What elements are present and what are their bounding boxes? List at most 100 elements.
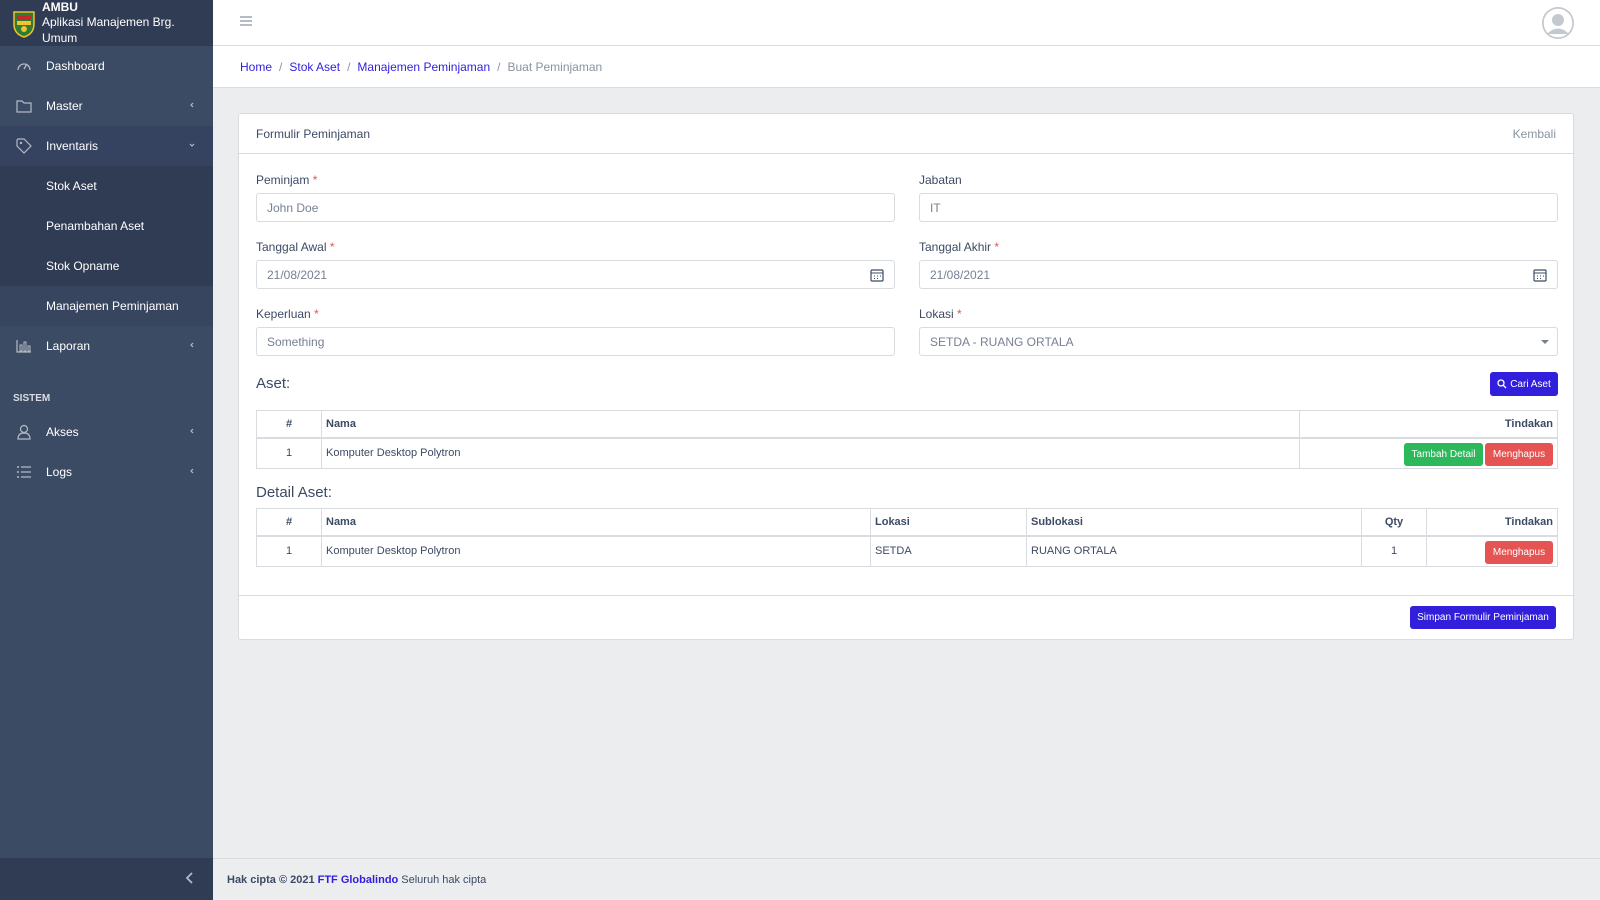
chevron-left-icon xyxy=(190,468,194,474)
sidebar-item-label: Master xyxy=(46,99,83,113)
sidebar-item-label: Akses xyxy=(46,425,79,439)
tanggal-akhir-input[interactable]: 21/08/2021 xyxy=(919,260,1558,289)
sidebar-section-title: SISTEM xyxy=(13,393,51,404)
cari-aset-button[interactable]: Cari Aset xyxy=(1490,372,1558,396)
breadcrumb-home[interactable]: Home xyxy=(240,60,272,74)
column-header: Qty xyxy=(1361,508,1427,537)
chevron-down-icon xyxy=(189,143,195,147)
sidebar-item-logs[interactable]: Logs xyxy=(0,452,213,492)
delete-button[interactable]: Menghapus xyxy=(1485,540,1553,564)
brand-subtitle: Aplikasi Manajemen Brg. Umum xyxy=(41,15,175,45)
jabatan-label: Jabatan xyxy=(919,173,962,187)
sidebar-item-label: Logs xyxy=(46,465,73,479)
card-footer: Simpan Formulir Peminjaman xyxy=(239,595,1573,639)
hamburger-icon[interactable] xyxy=(239,14,253,28)
footer: Hak cipta © 2021 FTF Globalindo Seluruh … xyxy=(213,858,1600,900)
row-qty: 1 xyxy=(1361,535,1427,567)
column-header: Tindakan xyxy=(1426,508,1558,537)
lokasi-select[interactable]: SETDA - RUANG ORTALA xyxy=(919,327,1558,356)
tambah-detail-button[interactable]: Tambah Detail xyxy=(1404,442,1483,466)
sidebar-item-dashboard[interactable]: Dashboard xyxy=(0,46,213,86)
footer-rights: Seluruh hak cipta xyxy=(401,873,487,886)
table-row: 1 Komputer Desktop Polytron SETDA RUANG … xyxy=(256,535,1558,567)
detail-aset-section-title: Detail Aset: xyxy=(256,484,332,501)
column-header: Sublokasi xyxy=(1026,508,1362,537)
sidebar-item-label: Stok Aset xyxy=(46,179,97,193)
chevron-left-icon xyxy=(190,428,194,434)
keperluan-input[interactable]: Something xyxy=(256,327,895,356)
back-link[interactable]: Kembali xyxy=(1513,127,1556,141)
breadcrumb-stok-aset[interactable]: Stok Aset xyxy=(289,60,340,74)
sidebar-item-label: Laporan xyxy=(46,339,91,353)
column-header: # xyxy=(256,410,322,439)
tanggal-awal-input[interactable]: 21/08/2021 xyxy=(256,260,895,289)
sidebar-item-penambahan-aset[interactable]: Penambahan Aset xyxy=(0,206,213,246)
column-header: Lokasi xyxy=(870,508,1027,537)
header xyxy=(213,0,1600,46)
sidebar-item-master[interactable]: Master xyxy=(0,86,213,126)
sidebar-item-stok-aset[interactable]: Stok Aset xyxy=(0,166,213,206)
breadcrumb-current: Buat Peminjaman xyxy=(507,59,603,74)
list-icon xyxy=(16,464,32,480)
delete-button[interactable]: Menghapus xyxy=(1485,442,1553,466)
sidebar: AMBU Aplikasi Manajemen Brg. Umum Dashbo… xyxy=(0,0,213,900)
row-actions: Menghapus xyxy=(1426,535,1558,567)
aset-section-title: Aset: xyxy=(256,375,291,392)
row-number: 1 xyxy=(256,535,322,567)
detail-aset-table: # Nama Lokasi Sublokasi Qty Tindakan 1 K… xyxy=(256,508,1558,567)
sidebar-item-label: Stok Opname xyxy=(46,259,120,273)
peminjam-label: Peminjam * xyxy=(256,173,318,187)
row-nama: Komputer Desktop Polytron xyxy=(321,437,1300,469)
avatar[interactable] xyxy=(1542,7,1574,39)
card-title: Formulir Peminjaman xyxy=(256,126,371,141)
row-actions: Tambah Detail Menghapus xyxy=(1299,437,1558,469)
brand[interactable]: AMBU Aplikasi Manajemen Brg. Umum xyxy=(0,0,213,46)
sidebar-item-label: Inventaris xyxy=(46,139,99,153)
user-icon xyxy=(16,424,32,440)
calendar-icon[interactable] xyxy=(1533,268,1547,282)
column-header: Nama xyxy=(321,508,871,537)
breadcrumb-manajemen-peminjaman[interactable]: Manajemen Peminjaman xyxy=(357,60,490,74)
chevron-left-icon xyxy=(190,102,194,108)
breadcrumb: Home / Stok Aset / Manajemen Peminjaman … xyxy=(213,46,1600,88)
calendar-icon[interactable] xyxy=(870,268,884,282)
row-sublokasi: RUANG ORTALA xyxy=(1026,535,1362,567)
keperluan-label: Keperluan * xyxy=(256,307,319,321)
breadcrumb-separator: / xyxy=(497,59,501,74)
tanggal-awal-label: Tanggal Awal * xyxy=(256,240,335,254)
tanggal-akhir-label: Tanggal Akhir * xyxy=(919,240,1000,254)
sidebar-item-laporan[interactable]: Laporan xyxy=(0,326,213,366)
row-number: 1 xyxy=(256,437,322,469)
folder-icon xyxy=(16,98,32,114)
sidebar-item-stok-opname[interactable]: Stok Opname xyxy=(0,246,213,286)
sidebar-item-manajemen-peminjaman[interactable]: Manajemen Peminjaman xyxy=(0,286,213,326)
sidebar-item-label: Dashboard xyxy=(46,59,105,73)
footer-copyright: Hak cipta © 2021 xyxy=(227,873,315,886)
jabatan-input[interactable]: IT xyxy=(919,193,1558,222)
column-header: Nama xyxy=(321,410,1300,439)
column-header: # xyxy=(256,508,322,537)
tag-icon xyxy=(16,138,32,154)
search-icon xyxy=(1497,379,1507,389)
peminjam-input[interactable]: John Doe xyxy=(256,193,895,222)
breadcrumb-separator: / xyxy=(279,59,283,74)
sidebar-item-inventaris[interactable]: Inventaris xyxy=(0,126,213,166)
row-nama: Komputer Desktop Polytron xyxy=(321,535,871,567)
footer-company-link[interactable]: FTF Globalindo xyxy=(318,874,399,886)
logo-icon xyxy=(13,11,35,38)
lokasi-label: Lokasi * xyxy=(919,307,962,321)
sidebar-item-akses[interactable]: Akses xyxy=(0,412,213,452)
sidebar-minimizer[interactable] xyxy=(0,858,213,900)
brand-name: AMBU xyxy=(41,0,78,14)
dropdown-caret-icon xyxy=(1541,340,1549,344)
chevron-left-icon xyxy=(190,342,194,348)
form-card: Formulir Peminjaman Kembali Peminjam * J… xyxy=(238,113,1574,640)
chevron-left-icon xyxy=(185,872,193,884)
row-lokasi: SETDA xyxy=(870,535,1027,567)
bar-chart-icon xyxy=(16,338,32,354)
breadcrumb-separator: / xyxy=(347,59,351,74)
aset-table: # Nama Tindakan 1 Komputer Desktop Polyt… xyxy=(256,410,1558,469)
simpan-button[interactable]: Simpan Formulir Peminjaman xyxy=(1410,606,1556,629)
sidebar-submenu-inventaris: Stok Aset Penambahan Aset Stok Opname Ma… xyxy=(0,166,213,326)
sidebar-item-label: Penambahan Aset xyxy=(46,219,145,233)
